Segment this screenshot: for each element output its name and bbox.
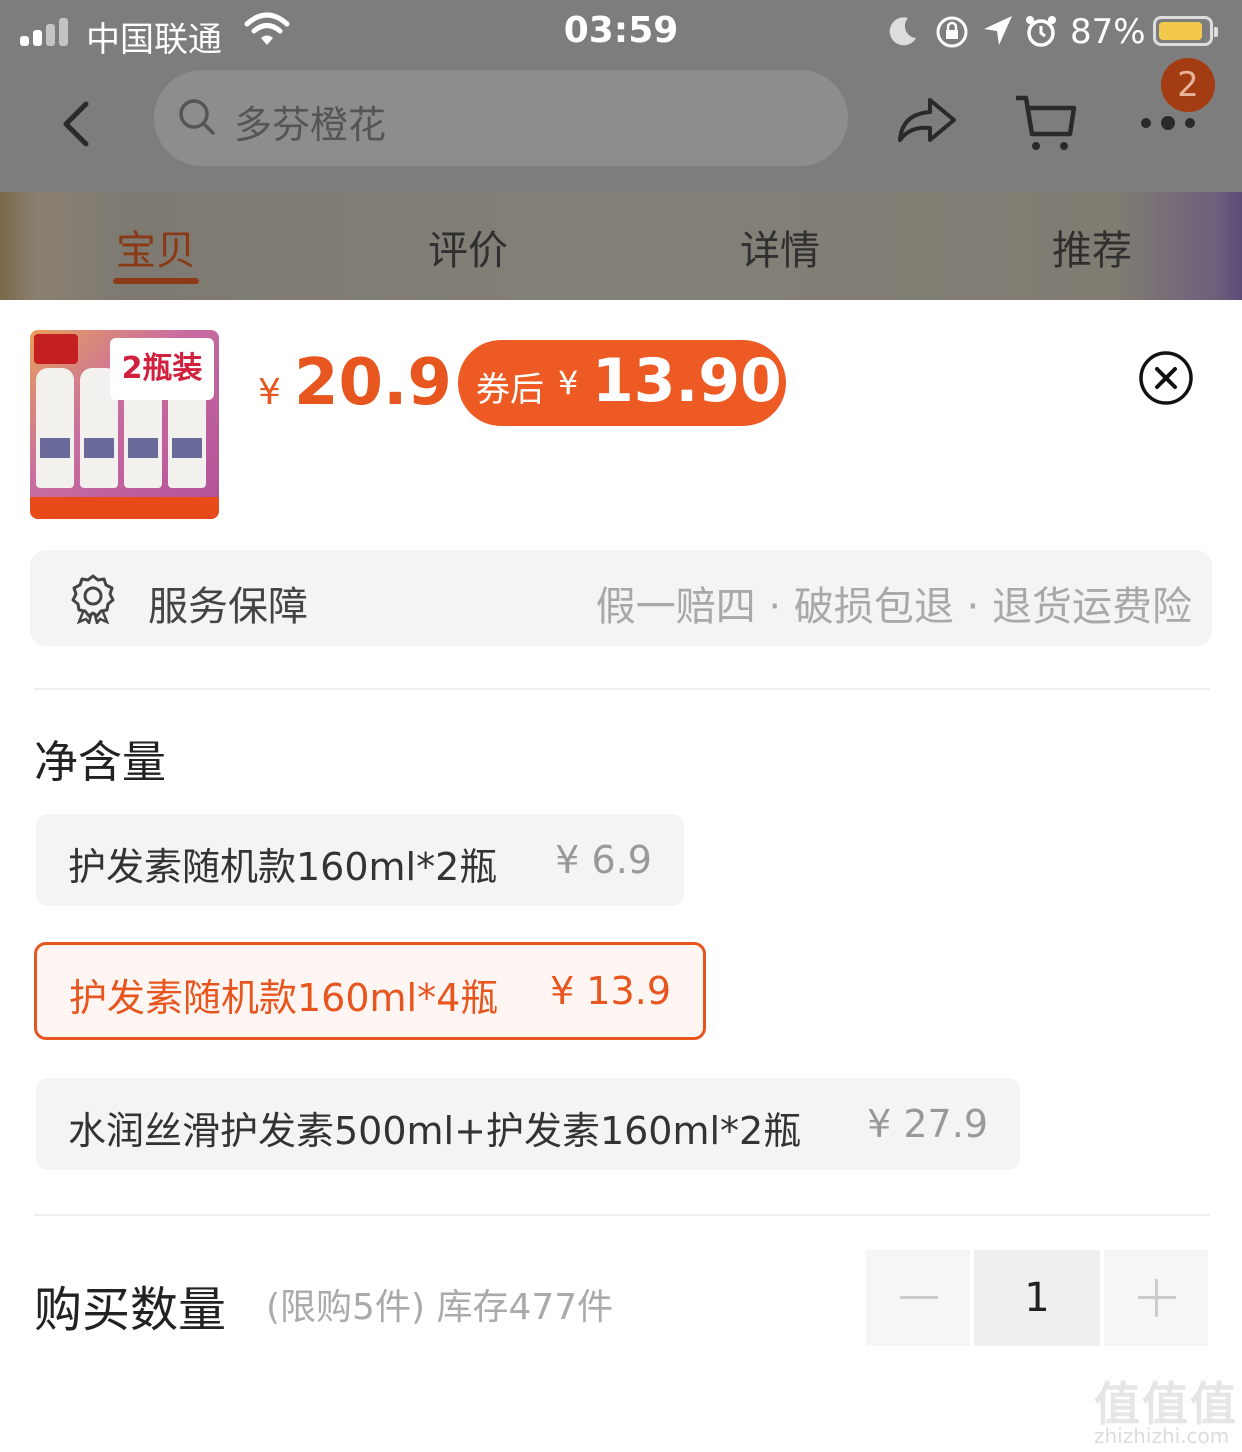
back-arrow-icon[interactable] xyxy=(58,100,94,148)
tab-details[interactable]: 详情 xyxy=(680,218,880,276)
spec-option-price: ¥ 13.9 xyxy=(550,969,671,1013)
quantity-limit-stock: (限购5件) 库存477件 xyxy=(266,1287,614,1328)
thumb-pack-tag: 2瓶装 xyxy=(110,338,214,400)
tab-bar: 宝贝 评价 详情 推荐 xyxy=(0,192,1242,300)
cart-icon[interactable] xyxy=(1012,90,1078,156)
close-icon[interactable] xyxy=(1138,350,1194,406)
search-input[interactable]: 多芬橙花 xyxy=(154,70,848,166)
spec-title: 净含量 xyxy=(34,737,166,788)
more-icon[interactable] xyxy=(1138,114,1198,132)
product-thumbnail[interactable]: 2瓶装 xyxy=(30,330,219,519)
spec-option-name: 水润丝滑护发素500ml+护发素160ml*2瓶 xyxy=(68,1109,802,1153)
spec-option-name: 护发素随机款160ml*2瓶 xyxy=(68,845,498,889)
service-guarantee-row[interactable]: 服务保障 假一赔四 · 破损包退 · 退货运费险 xyxy=(30,550,1212,646)
plus-icon-v xyxy=(1155,1279,1158,1317)
quantity-value[interactable]: 1 xyxy=(974,1250,1100,1346)
decrement-button[interactable] xyxy=(866,1250,970,1346)
spec-option-name: 护发素随机款160ml*4瓶 xyxy=(69,976,499,1020)
search-placeholder: 多芬橙花 xyxy=(234,103,387,147)
spec-option[interactable]: 护发素随机款160ml*2瓶 ¥ 6.9 xyxy=(36,814,684,906)
moon-icon xyxy=(889,17,916,46)
battery-percent: 87% xyxy=(1070,12,1146,52)
battery-icon xyxy=(1153,16,1218,46)
spec-option-selected[interactable]: 护发素随机款160ml*4瓶 ¥ 13.9 xyxy=(34,942,706,1040)
watermark-url: zhizhizhi.com xyxy=(1094,1424,1230,1448)
quantity-title: 购买数量 xyxy=(34,1282,227,1338)
coupon-price: 13.90 xyxy=(592,346,782,416)
product-price: 20.9 xyxy=(294,346,452,420)
notification-badge: 2 xyxy=(1161,58,1215,112)
divider xyxy=(34,688,1210,690)
nav-bar: 多芬橙花 xyxy=(0,64,1242,192)
coupon-currency: ¥ xyxy=(558,364,579,402)
tab-recommend[interactable]: 推荐 xyxy=(992,218,1192,276)
tab-baobei[interactable]: 宝贝 xyxy=(56,218,256,276)
spec-option-price: ¥ 6.9 xyxy=(555,838,652,882)
price-currency: ¥ xyxy=(258,372,281,413)
thumb-bottom-bar xyxy=(30,497,219,519)
coupon-price-pill: 券后 ¥ 13.90 xyxy=(458,340,786,426)
divider xyxy=(34,1214,1210,1216)
spec-option[interactable]: 水润丝滑护发素500ml+护发素160ml*2瓶 ¥ 27.9 xyxy=(36,1078,1020,1170)
location-icon xyxy=(984,16,1012,45)
sku-sheet: 2瓶装 ¥ 20.9 券后 ¥ 13.90 服务保障 假一赔四 · 破损包退 ·… xyxy=(0,300,1242,1452)
spec-option-price: ¥ 27.9 xyxy=(867,1102,988,1146)
service-description: 假一赔四 · 破损包退 · 退货运费险 xyxy=(595,584,1192,630)
rotation-lock-icon xyxy=(936,16,968,48)
increment-button[interactable] xyxy=(1104,1250,1208,1346)
tab-reviews[interactable]: 评价 xyxy=(368,218,568,276)
alarm-icon xyxy=(1026,16,1056,47)
minus-icon xyxy=(900,1296,938,1299)
service-title: 服务保障 xyxy=(148,584,308,630)
active-tab-indicator xyxy=(113,278,199,284)
coupon-label: 券后 xyxy=(476,370,544,410)
thumb-corner-badge xyxy=(34,334,78,364)
share-icon[interactable] xyxy=(896,90,958,152)
search-icon xyxy=(179,99,215,135)
badge-icon xyxy=(71,574,115,624)
status-bar: 中国联通 03:59 87% xyxy=(0,0,1242,64)
